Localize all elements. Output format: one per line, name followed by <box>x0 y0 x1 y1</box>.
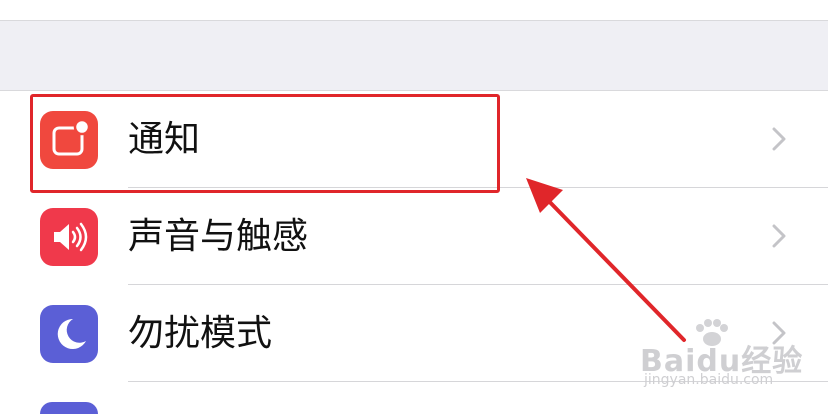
watermark: Baidu经验 jingyan.baidu.com <box>640 319 820 400</box>
watermark-url: jingyan.baidu.com <box>644 372 774 388</box>
